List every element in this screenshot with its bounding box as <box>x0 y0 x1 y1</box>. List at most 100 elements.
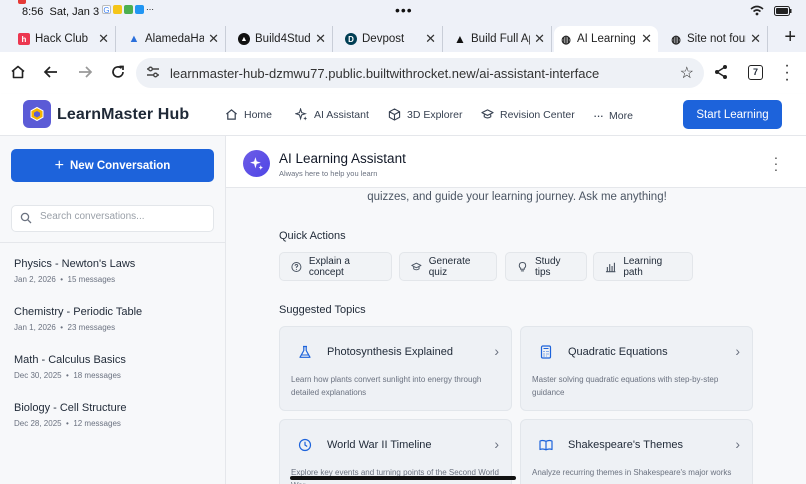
google-icon: G <box>102 5 111 15</box>
quick-action-quiz[interactable]: Generate quiz <box>399 252 497 281</box>
start-learning-button[interactable]: Start Learning <box>683 100 782 129</box>
bookmark-star-icon[interactable]: ☆ <box>680 63 694 83</box>
chevron-right-icon: › <box>494 343 499 359</box>
chat-panel: AI Learning Assistant Always here to hel… <box>226 136 806 484</box>
back-arrow-icon[interactable] <box>43 64 59 80</box>
conversation-item[interactable]: Math - Calculus Basics Dec 30, 2025 • 18… <box>14 354 214 380</box>
site-settings-icon[interactable] <box>146 65 160 79</box>
clock-icon <box>298 438 312 452</box>
sidebar-divider <box>0 242 225 243</box>
search-input[interactable] <box>40 211 205 222</box>
share-icon[interactable] <box>713 64 729 80</box>
graduation-cap-icon <box>481 109 494 119</box>
book-open-icon <box>539 439 553 451</box>
chevron-right-icon: › <box>494 436 499 452</box>
devpost-favicon-icon: D <box>345 33 357 45</box>
nav-ai-assistant[interactable]: AI Assistant <box>295 108 369 121</box>
more-notifications-icon: ⋯ <box>146 5 154 14</box>
quick-action-explain[interactable]: Explain a concept <box>279 252 392 281</box>
topic-card[interactable]: Photosynthesis Explained › Learn how pla… <box>279 326 512 411</box>
search-icon <box>20 212 32 224</box>
topic-card[interactable]: Quadratic Equations › Master solving qua… <box>520 326 753 411</box>
browser-tab[interactable]: ◍ Site not found ✕ <box>664 26 768 52</box>
browser-tab-strip: h Hack Club ✕ ▲ AlamedaHacks ✕ ▲ Build4S… <box>0 24 806 52</box>
bar-chart-icon <box>605 262 616 272</box>
hackclub-favicon-icon: h <box>18 33 30 45</box>
cube-icon <box>388 108 401 121</box>
close-tab-icon[interactable]: ✕ <box>425 31 436 47</box>
status-right-icons <box>750 5 792 16</box>
quick-action-study-tips[interactable]: Study tips <box>505 252 587 281</box>
conversation-item[interactable]: Biology - Cell Structure Dec 28, 2025 • … <box>14 402 214 428</box>
chat-subtitle: Always here to help you learn <box>279 169 378 178</box>
chevron-right-icon: › <box>735 436 740 452</box>
calculator-icon <box>540 345 552 359</box>
chevron-right-icon: › <box>735 343 740 359</box>
conversation-sidebar: + New Conversation Physics - Newton's La… <box>0 136 226 484</box>
browser-tab[interactable]: ▲ AlamedaHacks ✕ <box>122 26 226 52</box>
help-circle-icon <box>291 261 302 272</box>
browser-menu-icon[interactable]: · · · <box>784 58 790 88</box>
battery-icon <box>774 5 792 16</box>
browser-tab[interactable]: ▲ Build4Students ✕ <box>232 26 333 52</box>
sparkle-icon <box>250 157 263 170</box>
conversation-search[interactable] <box>11 205 214 232</box>
new-conversation-button[interactable]: + New Conversation <box>11 149 214 182</box>
nav-revision-center[interactable]: Revision Center <box>481 108 575 121</box>
browser-tab-active[interactable]: ◍ AI Learning Assistant ✕ <box>554 26 658 52</box>
app-header: LearnMaster Hub Home AI Assistant 3D Exp… <box>0 94 806 136</box>
chat-scroll-area[interactable]: quizzes, and guide your learning journey… <box>226 188 806 484</box>
welcome-message: quizzes, and guide your learning journey… <box>367 191 667 203</box>
brand-logo-icon[interactable] <box>23 100 51 128</box>
app-notification-icon <box>113 5 122 14</box>
flask-icon <box>299 345 311 358</box>
nav-3d-explorer[interactable]: 3D Explorer <box>388 108 462 121</box>
gesture-home-bar[interactable] <box>290 476 516 480</box>
globe-favicon-icon: ◍ <box>671 33 681 46</box>
notification-icons: G ⋯ <box>102 5 154 15</box>
browser-tab[interactable]: ▲ Build Full Apps ✕ <box>448 26 552 52</box>
ellipsis-icon: ··· <box>593 108 604 123</box>
conversation-item[interactable]: Physics - Newton's Laws Jan 2, 2026 • 15… <box>14 258 214 284</box>
topic-card[interactable]: World War II Timeline › Explore key even… <box>279 419 512 484</box>
url-bar[interactable]: learnmaster-hub-dzmwu77.public.builtwith… <box>136 58 704 88</box>
topic-card[interactable]: Shakespeare's Themes › Analyze recurring… <box>520 419 753 484</box>
app-notification-icon <box>135 5 144 14</box>
graduation-cap-icon <box>411 262 422 270</box>
browser-toolbar: learnmaster-hub-dzmwu77.public.builtwith… <box>0 52 806 94</box>
conversation-item[interactable]: Chemistry - Periodic Table Jan 1, 2026 •… <box>14 306 214 332</box>
brand-name[interactable]: LearnMaster Hub <box>57 106 189 124</box>
close-tab-icon[interactable]: ✕ <box>208 31 219 47</box>
close-tab-icon[interactable]: ✕ <box>98 31 109 47</box>
nav-home[interactable]: Home <box>225 108 272 121</box>
multitask-dots-icon[interactable]: ••• <box>395 2 413 18</box>
quick-action-learning-path[interactable]: Learning path <box>593 252 693 281</box>
close-tab-icon[interactable]: ✕ <box>641 31 652 47</box>
browser-tab[interactable]: h Hack Club ✕ <box>12 26 116 52</box>
forward-arrow-icon[interactable] <box>77 64 93 80</box>
close-tab-icon[interactable]: ✕ <box>750 31 761 47</box>
sparkle-icon <box>295 108 308 121</box>
chat-options-icon[interactable]: · · · <box>772 150 780 176</box>
reload-icon[interactable] <box>110 64 126 80</box>
url-text[interactable]: learnmaster-hub-dzmwu77.public.builtwith… <box>170 66 599 81</box>
browser-tab[interactable]: D Devpost ✕ <box>339 26 443 52</box>
chat-header: AI Learning Assistant Always here to hel… <box>226 136 806 188</box>
build4students-favicon-icon: ▲ <box>238 33 250 45</box>
status-time: 8:56 Sat, Jan 3 <box>22 6 100 18</box>
alamedahacks-favicon-icon: ▲ <box>128 33 140 45</box>
close-tab-icon[interactable]: ✕ <box>315 31 326 47</box>
wifi-icon <box>750 5 764 16</box>
nav-more[interactable]: ··· More <box>593 108 633 123</box>
lightbulb-icon <box>518 261 527 271</box>
chat-title: AI Learning Assistant <box>279 151 406 166</box>
new-tab-icon[interactable]: + <box>784 26 796 49</box>
home-icon[interactable] <box>10 64 26 80</box>
suggested-topics-title: Suggested Topics <box>279 304 366 316</box>
recording-indicator <box>18 0 26 4</box>
tab-switcher-button[interactable]: 7 <box>748 65 763 80</box>
app-notification-icon <box>124 5 133 14</box>
close-tab-icon[interactable]: ✕ <box>534 31 545 47</box>
assistant-avatar <box>243 150 270 177</box>
quick-actions-title: Quick Actions <box>279 230 346 242</box>
